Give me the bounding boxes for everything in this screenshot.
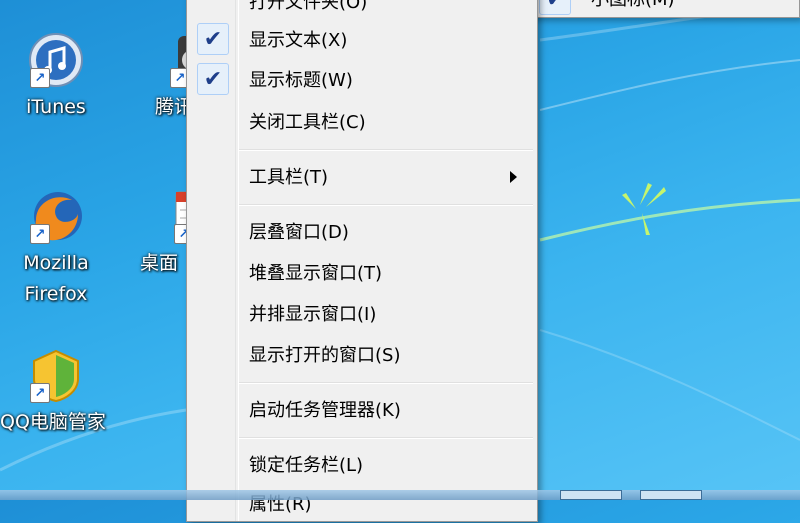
menu-item-cascade-windows[interactable]: 层叠窗口(D) — [187, 211, 537, 251]
shortcut-arrow-icon: ↗ — [30, 383, 50, 403]
checkmark-icon: ✔ — [539, 0, 571, 15]
menu-item-toolbars[interactable]: 工具栏(T) — [187, 156, 537, 196]
menu-item-label: 堆叠显示窗口(T) — [249, 263, 383, 284]
menu-separator — [239, 149, 533, 151]
chevron-right-icon — [510, 171, 517, 183]
menu-item-close-toolbar[interactable]: 关闭工具栏(C) — [187, 101, 537, 141]
menu-separator — [239, 382, 533, 384]
taskbar-button[interactable] — [560, 490, 622, 500]
menu-item-label: 并排显示窗口(I) — [249, 304, 377, 325]
checkmark-icon: ✔ — [197, 23, 229, 55]
menu-item-label: 层叠窗口(D) — [249, 222, 349, 243]
menu-item-label: 显示打开的窗口(S) — [249, 345, 401, 366]
menu-separator — [239, 204, 533, 206]
desktop-icon-qq-pc-manager[interactable]: ↗ QQ电脑管家 — [0, 345, 130, 438]
submenu-item-small-icons[interactable]: 小图标(M) — [591, 0, 675, 11]
menu-item-lock-taskbar[interactable]: 锁定任务栏(L) — [187, 444, 537, 484]
menu-item-label: 打开文件夹(O) — [249, 0, 368, 13]
desktop-icon-label: QQ电脑管家 — [0, 411, 106, 433]
itunes-icon: ↗ — [26, 30, 86, 90]
taskbar-button[interactable] — [640, 490, 702, 500]
desktop-icon-label-line1: Mozilla — [23, 252, 89, 274]
menu-item-label: 显示标题(W) — [249, 70, 353, 91]
menu-separator — [239, 437, 533, 439]
menu-item-label: 工具栏(T) — [249, 167, 329, 188]
desktop-icon-itunes[interactable]: ↗ iTunes — [8, 30, 104, 123]
checkmark-icon: ✔ — [197, 63, 229, 95]
menu-item-label: 关闭工具栏(C) — [249, 112, 366, 133]
desktop-icon-label: iTunes — [26, 96, 86, 118]
menu-item-show-text[interactable]: ✔ 显示文本(X) — [187, 19, 537, 59]
menu-item-label: 显示文本(X) — [249, 30, 348, 51]
firefox-icon: ↗ — [26, 186, 86, 246]
menu-item-label: 启动任务管理器(K) — [249, 400, 401, 421]
menu-item-open-folder[interactable]: 打开文件夹(O) — [187, 0, 537, 21]
desktop-icon-firefox[interactable]: ↗ Mozilla Firefox — [8, 186, 104, 310]
menu-item-task-manager[interactable]: 启动任务管理器(K) — [187, 389, 537, 429]
toolbar-submenu: ✔ 小图标(M) — [528, 0, 800, 18]
taskbar-context-menu: 打开文件夹(O) ✔ 显示文本(X) ✔ 显示标题(W) 关闭工具栏(C) 工具… — [186, 0, 538, 522]
shortcut-arrow-icon: ↗ — [30, 68, 50, 88]
desktop-icon-label-line2: Firefox — [24, 283, 88, 305]
menu-item-stack-windows[interactable]: 堆叠显示窗口(T) — [187, 252, 537, 292]
menu-item-label: 锁定任务栏(L) — [249, 455, 364, 476]
menu-item-show-title[interactable]: ✔ 显示标题(W) — [187, 59, 537, 99]
menu-item-show-desktop-windows[interactable]: 显示打开的窗口(S) — [187, 334, 537, 374]
shortcut-arrow-icon: ↗ — [30, 224, 50, 244]
menu-item-properties[interactable]: 属性(R) — [187, 483, 537, 523]
qq-pc-manager-icon: ↗ — [26, 345, 86, 405]
menu-item-side-by-side-windows[interactable]: 并排显示窗口(I) — [187, 293, 537, 333]
